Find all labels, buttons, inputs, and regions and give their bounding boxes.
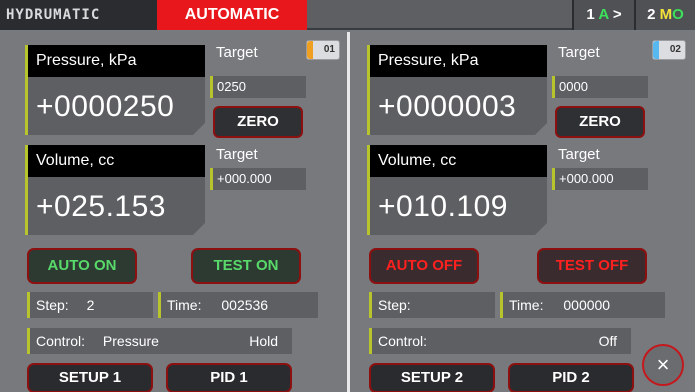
- step-value-1: 2: [86, 297, 95, 313]
- volume-label-1: Volume, cc: [28, 145, 205, 177]
- auto-off-button[interactable]: AUTO OFF: [369, 248, 479, 284]
- channel-2-mode-m: M: [659, 6, 673, 23]
- zero-button-2[interactable]: ZERO: [555, 106, 645, 138]
- close-icon[interactable]: ×: [642, 344, 684, 386]
- top-bar: HYDRUMATIC AUTOMATIC 1 A > 2 MO: [0, 0, 695, 30]
- test-on-button[interactable]: TEST ON: [191, 248, 301, 284]
- control-value-1: Pressure: [102, 333, 159, 349]
- volume-value-1: +025.153: [36, 190, 166, 223]
- volume-target-label-1: Target: [216, 146, 258, 163]
- volume-label-2: Volume, cc: [370, 145, 547, 177]
- pressure-value-2: +0000003: [378, 90, 517, 123]
- step-display-1: Step: 2: [27, 292, 153, 318]
- channel-tag-1: 01: [306, 40, 340, 60]
- pressure-display-2: Pressure, kPa +0000003: [367, 45, 548, 136]
- step-label-2: Step:: [378, 297, 411, 313]
- channel-1-mode: A: [598, 6, 609, 23]
- test-off-button[interactable]: TEST OFF: [537, 248, 647, 284]
- app-logo: HYDRUMATIC: [0, 0, 157, 30]
- channel-1-panel: Pressure, kPa +0000250 Target 0250 01 ZE…: [0, 32, 347, 392]
- pressure-target-label-2: Target: [558, 44, 600, 61]
- pressure-target-input-1[interactable]: 0250: [210, 76, 306, 98]
- control-label-2: Control:: [378, 333, 428, 349]
- control-mode-1: Hold: [249, 333, 278, 349]
- time-display-1: Time: 002536: [158, 292, 318, 318]
- pressure-value-1: +0000250: [36, 90, 175, 123]
- pressure-display-1: Pressure, kPa +0000250: [25, 45, 206, 136]
- control-mode-2: Off: [598, 333, 617, 349]
- channel-2-mode-o: O: [672, 6, 684, 23]
- channel-tag-2: 02: [652, 40, 686, 60]
- mode-indicator[interactable]: AUTOMATIC: [157, 0, 307, 30]
- channel-2-panel: Pressure, kPa +0000003 Target 0000 02 ZE…: [350, 32, 695, 392]
- setup-1-button[interactable]: SETUP 1: [27, 363, 153, 392]
- channel-2-status[interactable]: 2 MO: [634, 0, 695, 30]
- volume-display-1: Volume, cc +025.153: [25, 145, 206, 236]
- channel-1-status[interactable]: 1 A >: [572, 0, 634, 30]
- pid-1-button[interactable]: PID 1: [166, 363, 292, 392]
- control-label-1: Control:: [36, 333, 86, 349]
- control-display-2: Control: Off: [369, 328, 631, 354]
- step-display-2: Step:: [369, 292, 495, 318]
- volume-value-2: +010.109: [378, 190, 508, 223]
- volume-display-2: Volume, cc +010.109: [367, 145, 548, 236]
- volume-target-input-1[interactable]: +000.000: [210, 168, 306, 190]
- pressure-label-2: Pressure, kPa: [370, 45, 547, 77]
- pid-2-button[interactable]: PID 2: [508, 363, 634, 392]
- time-value-1: 002536: [221, 297, 269, 313]
- channel-2-number: 2: [647, 6, 656, 23]
- channel-1-number: 1: [586, 6, 595, 23]
- auto-on-button[interactable]: AUTO ON: [27, 248, 137, 284]
- time-label-2: Time:: [509, 297, 544, 313]
- channel-1-arrow: >: [612, 6, 622, 23]
- pressure-label-1: Pressure, kPa: [28, 45, 205, 77]
- volume-target-label-2: Target: [558, 146, 600, 163]
- volume-target-input-2[interactable]: +000.000: [552, 168, 648, 190]
- control-display-1: Control: Pressure Hold: [27, 328, 292, 354]
- step-label-1: Step:: [36, 297, 69, 313]
- pressure-target-input-2[interactable]: 0000: [552, 76, 648, 98]
- time-label-1: Time:: [167, 297, 202, 313]
- time-display-2: Time: 000000: [500, 292, 665, 318]
- zero-button-1[interactable]: ZERO: [213, 106, 303, 138]
- time-value-2: 000000: [563, 297, 611, 313]
- setup-2-button[interactable]: SETUP 2: [369, 363, 495, 392]
- pressure-target-label-1: Target: [216, 44, 258, 61]
